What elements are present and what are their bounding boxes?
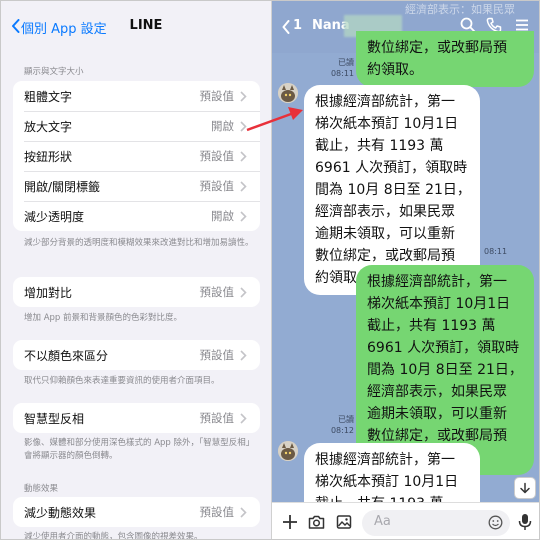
chevron-right-icon bbox=[240, 412, 248, 424]
chevron-right-icon bbox=[240, 150, 248, 162]
setting-value: 預設值 bbox=[199, 348, 235, 362]
message-meta: 已讀 08:11 bbox=[328, 57, 354, 79]
setting-row-button-shapes[interactable]: 按鈕形狀 預設值 bbox=[13, 141, 260, 171]
note-contrast: 增加 App 前景和背景顏色的色彩對比度。 bbox=[24, 313, 183, 323]
message-time: 08:11 bbox=[484, 247, 508, 256]
setting-value: 預設值 bbox=[199, 149, 235, 163]
camera-icon[interactable] bbox=[308, 514, 325, 534]
chat-input-bar: Aa bbox=[272, 502, 539, 539]
read-status: 已讀 bbox=[338, 58, 354, 67]
chevron-right-icon bbox=[240, 210, 248, 222]
note-transparency: 減少部分背景的透明度和模糊效果來改進對比和增加易讀性。 bbox=[24, 238, 254, 248]
settings-pane: 個別 App 設定 LINE 顯示與文字大小 粗體文字 預設值 放大文字 開啟 … bbox=[1, 1, 271, 540]
setting-label: 增加對比 bbox=[24, 285, 73, 300]
setting-label: 智慧型反相 bbox=[24, 411, 85, 426]
setting-label: 放大文字 bbox=[24, 119, 73, 134]
setting-value: 開啟 bbox=[211, 209, 234, 223]
setting-value: 開啟 bbox=[211, 119, 234, 133]
setting-row-bold-text[interactable]: 粗體文字 預設值 bbox=[13, 81, 260, 111]
section-header-motion: 動態效果 bbox=[24, 484, 59, 494]
setting-row-smart-invert[interactable]: 智慧型反相 預設值 bbox=[13, 403, 260, 433]
setting-label: 開啟/關閉標籤 bbox=[24, 179, 101, 194]
chevron-right-icon bbox=[240, 90, 248, 102]
motion-group: 減少動態效果 預設值 bbox=[13, 497, 260, 527]
microphone-icon[interactable] bbox=[518, 513, 532, 535]
message-time: 08:11 bbox=[330, 69, 354, 78]
chevron-right-icon bbox=[240, 506, 248, 518]
setting-value: 預設值 bbox=[199, 505, 235, 519]
image-icon[interactable] bbox=[336, 514, 352, 534]
note-color: 取代只仰賴顏色來表達重要資訊的使用者介面項目。 bbox=[24, 376, 220, 386]
color-group: 不以顏色來區分 預設值 bbox=[13, 340, 260, 370]
setting-row-increase-contrast[interactable]: 增加對比 預設值 bbox=[13, 277, 260, 307]
setting-value: 預設值 bbox=[199, 285, 235, 299]
invert-group: 智慧型反相 預設值 bbox=[13, 403, 260, 433]
message-time: 08:12 bbox=[330, 426, 354, 435]
setting-label: 減少透明度 bbox=[24, 209, 85, 224]
screenshot-frame: 個別 App 設定 LINE 顯示與文字大小 粗體文字 預設值 放大文字 開啟 … bbox=[0, 0, 540, 540]
setting-row-differentiate-without-color[interactable]: 不以顏色來區分 預設值 bbox=[13, 340, 260, 370]
avatar[interactable] bbox=[278, 83, 298, 103]
settings-nav-bar: 個別 App 設定 LINE bbox=[1, 1, 271, 53]
avatar[interactable] bbox=[278, 441, 298, 461]
watermark-text: 經濟部表示：如果民眾 bbox=[405, 3, 515, 16]
chevron-right-icon bbox=[240, 180, 248, 192]
section-header-display: 顯示與文字大小 bbox=[24, 67, 84, 77]
note-motion: 減少使用者介面的動態，包含圖像的視差效果。 bbox=[24, 532, 203, 540]
chevron-left-icon[interactable] bbox=[282, 19, 290, 38]
unread-count[interactable]: 1 bbox=[293, 18, 302, 33]
read-status: 已讀 bbox=[338, 415, 354, 424]
setting-row-larger-text[interactable]: 放大文字 開啟 bbox=[13, 111, 260, 141]
setting-row-reduce-transparency[interactable]: 減少透明度 開啟 bbox=[13, 201, 260, 231]
incoming-message-bubble[interactable]: 根據經濟部統計，第一 梯次紙本預訂 10月1日 截止，共有 1193 萬 696… bbox=[304, 85, 480, 295]
arrow-down-icon[interactable] bbox=[514, 477, 536, 499]
chevron-right-icon bbox=[240, 120, 248, 132]
chevron-right-icon bbox=[240, 286, 248, 298]
setting-value: 預設值 bbox=[199, 89, 235, 103]
setting-label: 減少動態效果 bbox=[24, 505, 97, 520]
setting-row-on-off-labels[interactable]: 開啟/關閉標籤 預設值 bbox=[13, 171, 260, 201]
plus-icon[interactable] bbox=[282, 514, 298, 534]
smiley-icon[interactable] bbox=[488, 515, 503, 534]
chevron-right-icon bbox=[240, 349, 248, 361]
outgoing-message-bubble[interactable]: 數位綁定，或改郵局預 約領取。 bbox=[356, 31, 534, 87]
setting-label: 按鈕形狀 bbox=[24, 149, 73, 164]
setting-value: 預設值 bbox=[199, 179, 235, 193]
note-invert: 影像、媒體和部分使用深色樣式的 App 除外，「智慧型反相」會將顯示器的顏色倒轉… bbox=[24, 438, 251, 461]
message-input-placeholder: Aa bbox=[374, 514, 391, 529]
display-settings-group: 粗體文字 預設值 放大文字 開啟 按鈕形狀 預設值 開啟/關閉標籤 預設值 減少… bbox=[13, 81, 260, 231]
setting-value: 預設值 bbox=[199, 411, 235, 425]
setting-row-reduce-motion[interactable]: 減少動態效果 預設值 bbox=[13, 497, 260, 527]
contrast-group: 增加對比 預設值 bbox=[13, 277, 260, 307]
setting-label: 粗體文字 bbox=[24, 89, 73, 104]
message-meta: 已讀 08:12 bbox=[326, 414, 354, 436]
page-title: LINE bbox=[129, 18, 163, 33]
message-input[interactable]: Aa bbox=[362, 510, 510, 536]
chat-pane: 經濟部表示：如果民眾 1 Nana 數位綁定，或改郵局預 約領取。 已讀 08:… bbox=[271, 1, 539, 539]
setting-label: 不以顏色來區分 bbox=[24, 348, 109, 363]
